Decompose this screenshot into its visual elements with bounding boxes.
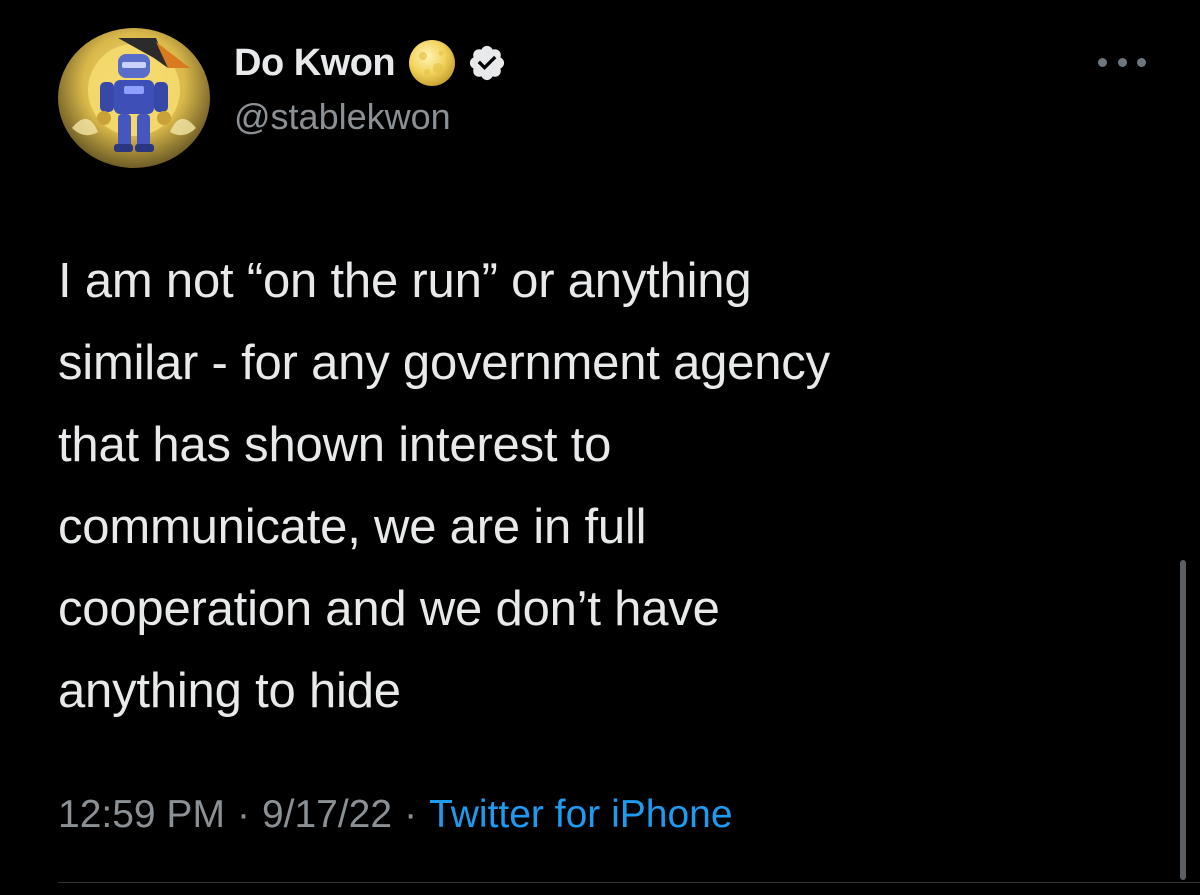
- author-handle[interactable]: @stablekwon: [234, 96, 451, 138]
- avatar-image: [72, 38, 196, 152]
- tweet-date[interactable]: 9/17/22: [262, 793, 392, 836]
- tweet-text: I am not “on the run” or anything simila…: [58, 254, 830, 718]
- verified-badge-icon[interactable]: [467, 43, 507, 83]
- more-dot: [1098, 57, 1107, 67]
- meta-separator: ·: [236, 793, 250, 836]
- tweet-metadata: 12:59 PM · 9/17/22 · Twitter for iPhone: [58, 793, 733, 837]
- scrollbar[interactable]: [1180, 560, 1186, 880]
- author-display-name[interactable]: Do Kwon: [234, 42, 396, 85]
- tweet-source-link[interactable]: Twitter for iPhone: [429, 793, 732, 836]
- more-dot: [1117, 57, 1127, 67]
- tweet-time[interactable]: 12:59 PM: [58, 793, 225, 836]
- more-dot: [1137, 57, 1146, 67]
- more-options-icon[interactable]: [1098, 54, 1146, 70]
- meta-separator: ·: [404, 793, 418, 836]
- full-moon-icon: [407, 38, 457, 88]
- author-name-row[interactable]: Do Kwon: [234, 40, 507, 86]
- tweet: Do Kwon @stablekwon I am not “on the run…: [0, 0, 1200, 895]
- avatar[interactable]: [58, 28, 210, 168]
- divider: [58, 882, 1200, 883]
